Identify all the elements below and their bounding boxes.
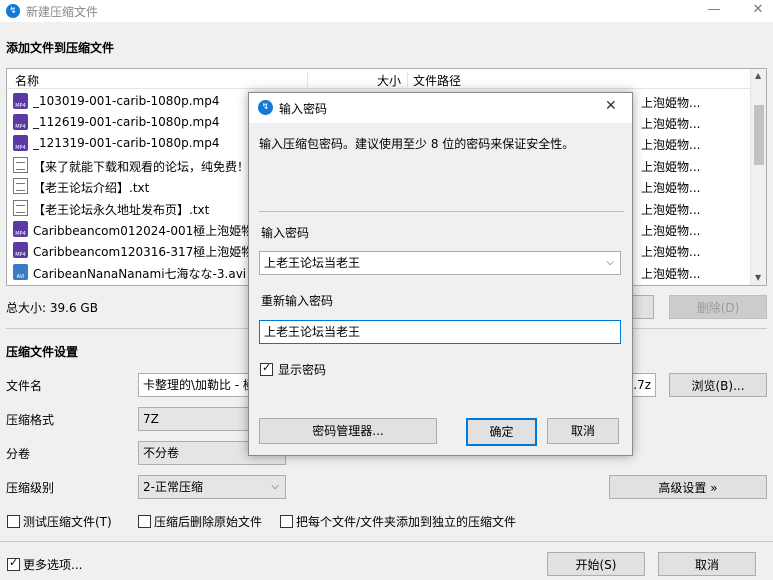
column-separator	[307, 71, 308, 87]
title-bar: ↯ 新建压缩文件 — ✕	[0, 0, 773, 22]
reenter-password-value: 上老王论坛当老王	[264, 325, 361, 339]
file-list-scrollbar[interactable]: ▲ ▼	[750, 69, 766, 285]
file-path: 上泡姫物...	[641, 117, 701, 131]
scrollbar-thumb[interactable]	[754, 105, 764, 165]
minimize-button[interactable]: —	[700, 0, 728, 22]
file-path: 上泡姫物...	[641, 203, 701, 217]
settings-section-title: 压缩文件设置	[6, 345, 79, 359]
enter-password-value: 上老王论坛当老王	[264, 256, 361, 270]
advanced-settings-button[interactable]: 高级设置 »	[609, 475, 767, 499]
enter-password-input[interactable]: 上老王论坛当老王 ⌵	[259, 251, 621, 275]
start-button[interactable]: 开始(S)	[547, 552, 645, 576]
text-file-icon	[13, 178, 28, 194]
show-password-label[interactable]: 显示密码	[278, 361, 326, 378]
enter-password-label: 输入密码	[261, 226, 310, 240]
app-logo-icon: ↯	[258, 100, 273, 115]
test-archive-label[interactable]: 测试压缩文件(T)	[23, 513, 112, 530]
window-title: 新建压缩文件	[26, 5, 99, 19]
video-file-icon	[13, 242, 28, 258]
divider	[0, 541, 773, 542]
filename-suffix: .7z	[633, 378, 651, 392]
add-files-section-title: 添加文件到压缩文件	[6, 41, 115, 55]
video-file-icon	[13, 135, 28, 151]
divider	[259, 211, 624, 212]
dialog-title-bar: ↯ 输入密码 ✕	[249, 93, 632, 123]
more-options-label[interactable]: 更多选项...	[23, 556, 82, 573]
video-file-icon	[13, 221, 28, 237]
column-size[interactable]: 大小	[377, 72, 401, 89]
video-file-icon	[13, 114, 28, 130]
chevron-down-icon[interactable]: ⌵	[606, 252, 614, 274]
file-path: 上泡姫物...	[641, 138, 701, 152]
dialog-close-button[interactable]: ✕	[605, 98, 617, 114]
scroll-down-icon[interactable]: ▼	[755, 273, 761, 282]
scroll-up-icon[interactable]: ▲	[755, 71, 761, 80]
separate-archives-label[interactable]: 把每个文件/文件夹添加到独立的压缩文件	[296, 513, 516, 530]
delete-button[interactable]: 删除(D)	[669, 295, 767, 319]
delete-original-label[interactable]: 压缩后删除原始文件	[154, 513, 262, 530]
file-path: 上泡姫物...	[641, 160, 701, 174]
password-dialog: ↯ 输入密码 ✕ 输入压缩包密码。建议使用至少 8 位的密码来保证安全性。 输入…	[248, 92, 633, 456]
reenter-password-label: 重新输入密码	[261, 294, 334, 308]
close-button[interactable]: ✕	[744, 0, 772, 22]
text-file-icon	[13, 200, 28, 216]
more-options-checkbox[interactable]	[7, 556, 20, 571]
delete-original-checkbox[interactable]	[138, 515, 151, 528]
browse-button[interactable]: 浏览(B)...	[669, 373, 767, 397]
text-file-icon	[13, 157, 28, 173]
split-label: 分卷	[6, 447, 31, 461]
avi-file-icon	[13, 264, 28, 280]
column-name[interactable]: 名称	[15, 72, 39, 89]
show-password-checkbox[interactable]	[260, 361, 273, 376]
password-manager-button[interactable]: 密码管理器...	[259, 418, 437, 444]
dialog-cancel-button[interactable]: 取消	[547, 418, 619, 444]
total-size: 总大小: 39.6 GB	[6, 301, 98, 315]
file-path: 上泡姫物...	[641, 181, 701, 195]
test-archive-checkbox[interactable]	[7, 515, 20, 528]
format-label: 压缩格式	[6, 413, 55, 427]
filename-value: 卡整理的\加勒比 - 極	[143, 378, 256, 392]
dialog-description: 输入压缩包密码。建议使用至少 8 位的密码来保证安全性。	[259, 137, 575, 151]
chevron-down-icon: ⌵	[271, 481, 279, 492]
separate-archives-checkbox[interactable]	[280, 515, 293, 528]
column-separator	[407, 71, 408, 87]
file-path: 上泡姫物...	[641, 224, 701, 238]
ok-button[interactable]: 确定	[466, 418, 537, 446]
column-path[interactable]: 文件路径	[413, 72, 461, 89]
file-path: 上泡姫物...	[641, 267, 701, 281]
cancel-button[interactable]: 取消	[658, 552, 756, 576]
level-select[interactable]: 2-正常压缩 ⌵	[138, 475, 286, 499]
format-value: 7Z	[143, 412, 159, 426]
level-label: 压缩级别	[6, 481, 55, 495]
file-path: 上泡姫物...	[641, 245, 701, 259]
reenter-password-input[interactable]: 上老王论坛当老王	[259, 320, 621, 344]
dialog-title: 输入密码	[279, 102, 328, 116]
level-value: 2-正常压缩	[143, 480, 203, 494]
file-list-header: 名称 大小 文件路径	[7, 69, 751, 89]
filename-label: 文件名	[6, 379, 43, 393]
app-logo-icon: ↯	[6, 4, 20, 18]
file-path: 上泡姫物...	[641, 96, 701, 110]
video-file-icon	[13, 93, 28, 109]
split-value: 不分卷	[143, 446, 180, 460]
